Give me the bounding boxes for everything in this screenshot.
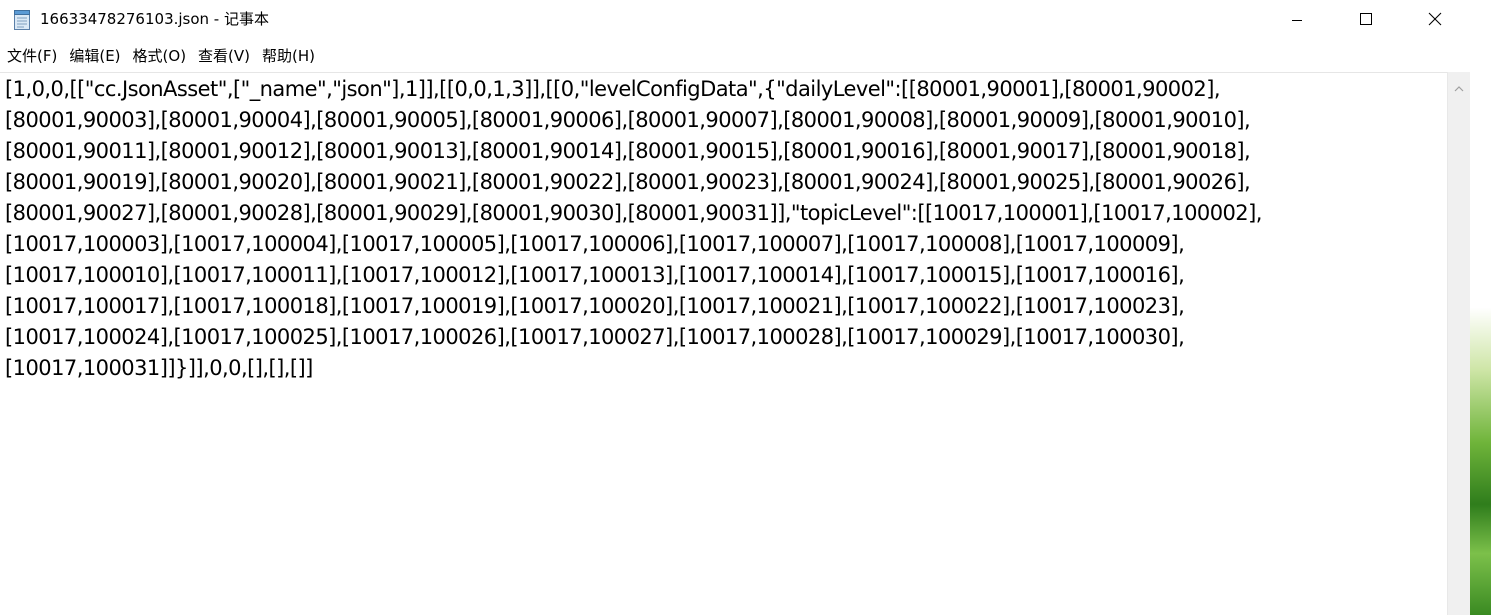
text-line: [80001,90011],[80001,90012],[80001,90013… <box>5 139 1251 163</box>
vertical-scrollbar[interactable] <box>1447 72 1470 615</box>
text-line: [10017,100024],[10017,100025],[10017,100… <box>5 325 1185 349</box>
text-line: [10017,100003],[10017,100004],[10017,100… <box>5 232 1185 256</box>
text-line: [1,0,0,[["cc.JsonAsset",["_name","json"]… <box>5 77 1221 101</box>
menu-help[interactable]: 帮助(H) <box>255 45 320 67</box>
text-line: [80001,90027],[80001,90028],[80001,90029… <box>5 201 1262 225</box>
notepad-icon <box>13 9 31 31</box>
scroll-up-button[interactable] <box>1448 72 1470 100</box>
menu-bar: 文件(F) 编辑(E) 格式(O) 查看(V) 帮助(H) <box>0 40 1470 72</box>
text-line: [80001,90003],[80001,90004],[80001,90005… <box>5 108 1251 132</box>
title-bar[interactable]: 16633478276103.json - 记事本 <box>0 0 1470 40</box>
minimize-icon <box>1291 11 1303 30</box>
menu-format[interactable]: 格式(O) <box>126 45 192 67</box>
window-title: 16633478276103.json - 记事本 <box>40 10 269 28</box>
maximize-icon <box>1359 11 1373 30</box>
menu-edit[interactable]: 编辑(E) <box>62 45 125 67</box>
maximize-button[interactable] <box>1331 0 1401 40</box>
text-editor-area[interactable]: [1,0,0,[["cc.JsonAsset",["_name","json"]… <box>0 72 1447 615</box>
desktop-background <box>1470 0 1491 615</box>
text-line: [10017,100017],[10017,100018],[10017,100… <box>5 294 1185 318</box>
text-line: [80001,90019],[80001,90020],[80001,90021… <box>5 170 1251 194</box>
text-line: [10017,100010],[10017,100011],[10017,100… <box>5 263 1185 287</box>
close-icon <box>1428 11 1442 30</box>
menu-view[interactable]: 查看(V) <box>191 45 255 67</box>
text-line: [10017,100031]]}]],0,0,[],[],[]] <box>5 356 313 380</box>
close-button[interactable] <box>1400 0 1470 40</box>
scroll-up-arrow-icon <box>1454 77 1464 96</box>
notepad-window: 16633478276103.json - 记事本 文件(F) 编辑(E) 格式… <box>0 0 1470 615</box>
menu-file[interactable]: 文件(F) <box>0 45 62 67</box>
minimize-button[interactable] <box>1262 0 1332 40</box>
